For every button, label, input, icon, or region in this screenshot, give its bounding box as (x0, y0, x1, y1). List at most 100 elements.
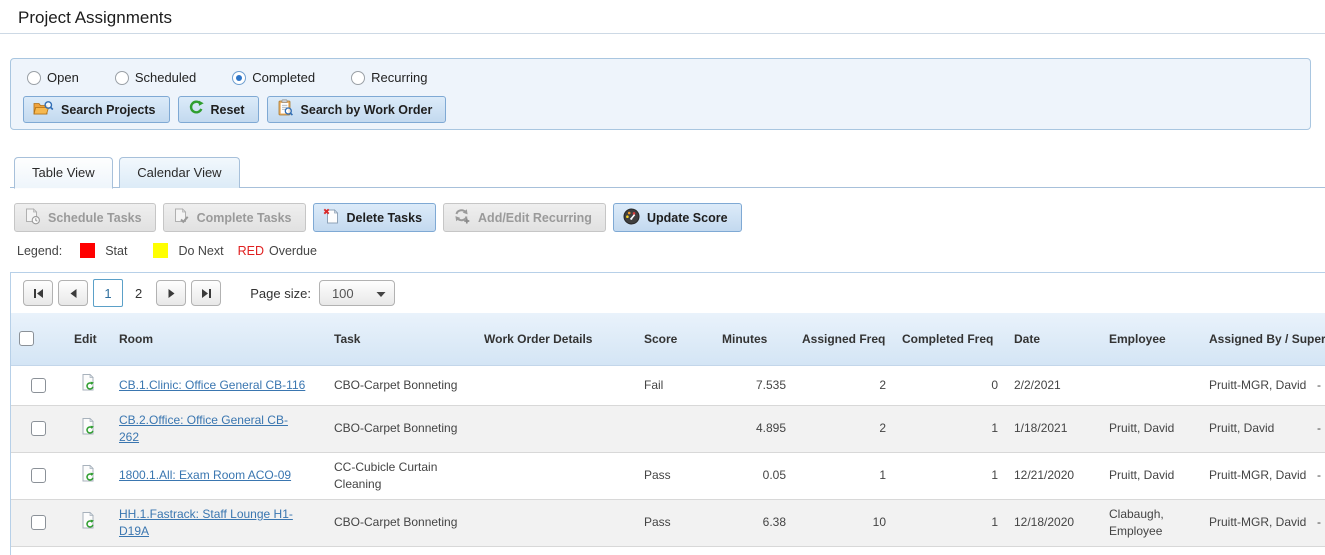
cell (66, 499, 111, 546)
assigned-by-cell: Pruitt, David (1201, 405, 1309, 452)
col-room: Room (111, 313, 326, 365)
work-order-details-cell (476, 499, 636, 546)
score-cell: Pass (636, 499, 714, 546)
radio-completed-label: Completed (252, 70, 315, 85)
completed-freq-cell: 1 (894, 499, 1006, 546)
clipboard-search-icon (277, 99, 294, 120)
room-link[interactable]: CB.1.Clinic: Office General CB-116 (119, 378, 305, 392)
schedule-tasks-label: Schedule Tasks (48, 211, 142, 225)
work-order-details-cell (476, 405, 636, 452)
overflow-cell: - (1309, 499, 1325, 546)
complete-tasks-icon (173, 208, 190, 228)
cell (11, 405, 66, 452)
col-assigned-by-supervisor: Assigned By / Supervisor (1201, 313, 1309, 365)
col-assigned-freq: Assigned Freq (794, 313, 894, 365)
tab-table-view[interactable]: Table View (14, 157, 113, 189)
assigned-by-cell: Pruitt-MGR, David (1201, 499, 1309, 546)
page-size-dropdown[interactable]: 100 (319, 280, 395, 306)
radio-completed[interactable]: Completed (232, 70, 315, 85)
row-checkbox[interactable] (31, 421, 46, 436)
cell (11, 452, 66, 499)
gauge-icon (623, 208, 640, 228)
chevron-down-icon (376, 286, 386, 301)
update-score-button[interactable]: Update Score (613, 203, 742, 232)
edit-row-icon[interactable] (80, 464, 97, 488)
radio-scheduled[interactable]: Scheduled (115, 70, 196, 85)
cell (11, 365, 66, 405)
overflow-cell: - (1309, 452, 1325, 499)
page-size-value: 100 (332, 286, 354, 301)
minutes-cell: 0.05 (714, 452, 794, 499)
delete-tasks-icon (323, 208, 340, 228)
select-all-checkbox[interactable] (19, 331, 34, 346)
assigned-freq-cell: 2 (794, 365, 894, 405)
radio-completed-circle[interactable] (232, 71, 246, 85)
cell (11, 499, 66, 546)
score-cell: Pass (636, 452, 714, 499)
assigned-freq-cell: 2 (794, 405, 894, 452)
assigned-by-cell: Pruitt-MGR, David (1201, 365, 1309, 405)
prev-page-button[interactable] (58, 280, 88, 306)
pager: 1 2 Page size: 100 (11, 273, 1325, 313)
completed-freq-cell: 0 (894, 365, 1006, 405)
schedule-tasks-icon (24, 208, 41, 228)
row-checkbox[interactable] (31, 515, 46, 530)
reset-icon (188, 100, 204, 119)
row-checkbox[interactable] (31, 378, 46, 393)
delete-tasks-label: Delete Tasks (347, 211, 423, 225)
cell: 1800.1.All: Exam Room ACO-09 (111, 452, 326, 499)
minutes-cell: 7.535 (714, 365, 794, 405)
last-page-button[interactable] (191, 280, 221, 306)
page-2-link[interactable]: 2 (131, 286, 146, 301)
legend: Legend: Stat Do Next RED Overdue (17, 243, 317, 258)
minutes-cell: 6.38 (714, 499, 794, 546)
do-next-label: Do Next (178, 244, 223, 258)
cell: HH.1.Fastrack: Staff Lounge H1- D19A (111, 499, 326, 546)
col-score: Score (636, 313, 714, 365)
room-link[interactable]: 1800.1.All: Exam Room ACO-09 (119, 468, 291, 482)
edit-row-icon[interactable] (80, 373, 97, 397)
status-radio-group: Open Scheduled Completed Recurring (27, 70, 428, 85)
employee-cell: Clabaugh, Employee (1101, 499, 1201, 546)
next-page-button[interactable] (156, 280, 186, 306)
radio-scheduled-circle[interactable] (115, 71, 129, 85)
radio-open[interactable]: Open (27, 70, 79, 85)
room-link[interactable]: HH.1.Fastrack: Staff Lounge H1- D19A (119, 507, 293, 538)
radio-open-circle[interactable] (27, 71, 41, 85)
table-row: CB.1.Clinic: Office General CB-116CBO-Ca… (11, 365, 1325, 405)
tab-calendar-view[interactable]: Calendar View (119, 157, 239, 188)
completed-freq-cell: 1 (894, 452, 1006, 499)
delete-tasks-button[interactable]: Delete Tasks (313, 203, 437, 232)
assigned-freq-cell: 1 (794, 452, 894, 499)
overdue-label: Overdue (269, 244, 317, 258)
task-cell: CC-Cubicle Curtain Cleaning (326, 452, 476, 499)
cell (66, 365, 111, 405)
folder-search-icon (33, 100, 54, 119)
header-checkbox-cell (11, 313, 66, 365)
room-link[interactable]: CB.2.Office: Office General CB- 262 (119, 413, 288, 444)
reset-button[interactable]: Reset (178, 96, 259, 123)
page-title: Project Assignments (18, 8, 172, 28)
search-by-work-order-button[interactable]: Search by Work Order (267, 96, 447, 123)
employee-cell (1101, 365, 1201, 405)
do-next-color-swatch (153, 243, 168, 258)
add-edit-recurring-label: Add/Edit Recurring (478, 211, 592, 225)
edit-row-icon[interactable] (80, 417, 97, 441)
search-projects-label: Search Projects (61, 103, 156, 117)
radio-recurring-circle[interactable] (351, 71, 365, 85)
date-cell: 12/18/2020 (1006, 499, 1101, 546)
overdue-red-word: RED (238, 244, 264, 258)
radio-recurring[interactable]: Recurring (351, 70, 427, 85)
task-cell: CBO-Carpet Bonneting (326, 405, 476, 452)
search-by-work-order-label: Search by Work Order (301, 103, 433, 117)
title-divider (0, 33, 1325, 34)
search-projects-button[interactable]: Search Projects (23, 96, 170, 123)
current-page[interactable]: 1 (93, 279, 123, 307)
first-page-button[interactable] (23, 280, 53, 306)
complete-tasks-button: Complete Tasks (163, 203, 306, 232)
col-work-order-details: Work Order Details (476, 313, 636, 365)
radio-scheduled-label: Scheduled (135, 70, 196, 85)
col-task: Task (326, 313, 476, 365)
row-checkbox[interactable] (31, 468, 46, 483)
edit-row-icon[interactable] (80, 511, 97, 535)
